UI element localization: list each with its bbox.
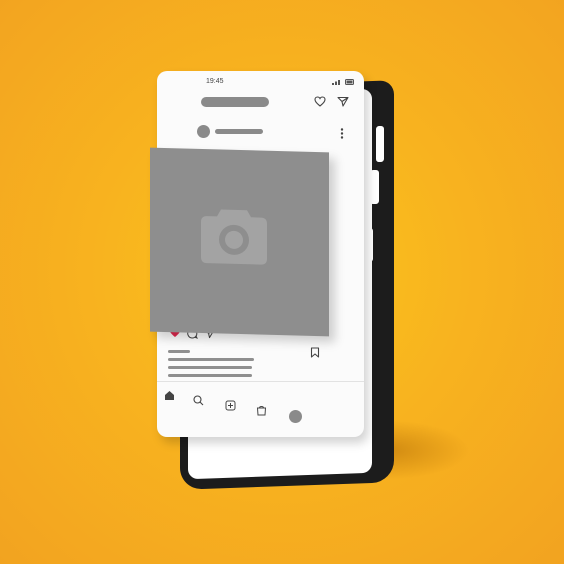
battery-icon bbox=[345, 79, 354, 85]
status-icons bbox=[332, 79, 355, 85]
post-username-placeholder bbox=[215, 129, 263, 134]
caption-line-3 bbox=[168, 374, 252, 377]
signal-icon bbox=[332, 80, 340, 85]
app-logo-placeholder bbox=[201, 97, 269, 107]
bottom-nav-divider bbox=[157, 381, 364, 382]
phone-side-button-middle bbox=[370, 169, 379, 205]
phone-side-button-top bbox=[376, 125, 384, 163]
status-time: 19:45 bbox=[206, 78, 224, 85]
shop-icon[interactable] bbox=[256, 405, 267, 416]
add-post-icon[interactable] bbox=[225, 400, 236, 411]
caption-line-2 bbox=[168, 366, 252, 369]
bookmark-icon[interactable] bbox=[310, 347, 320, 358]
send-icon[interactable] bbox=[337, 96, 349, 107]
likes-placeholder bbox=[168, 350, 190, 353]
camera-icon bbox=[201, 209, 267, 265]
caption-line-1 bbox=[168, 358, 254, 361]
post-photo-placeholder bbox=[150, 147, 329, 337]
phone-side-button-bottom bbox=[364, 227, 373, 263]
heart-icon[interactable] bbox=[314, 96, 326, 107]
search-icon[interactable] bbox=[193, 395, 204, 406]
profile-avatar[interactable] bbox=[289, 410, 302, 423]
post-avatar[interactable] bbox=[197, 125, 210, 138]
home-icon[interactable] bbox=[164, 390, 175, 401]
more-vertical-icon[interactable] bbox=[340, 128, 344, 139]
